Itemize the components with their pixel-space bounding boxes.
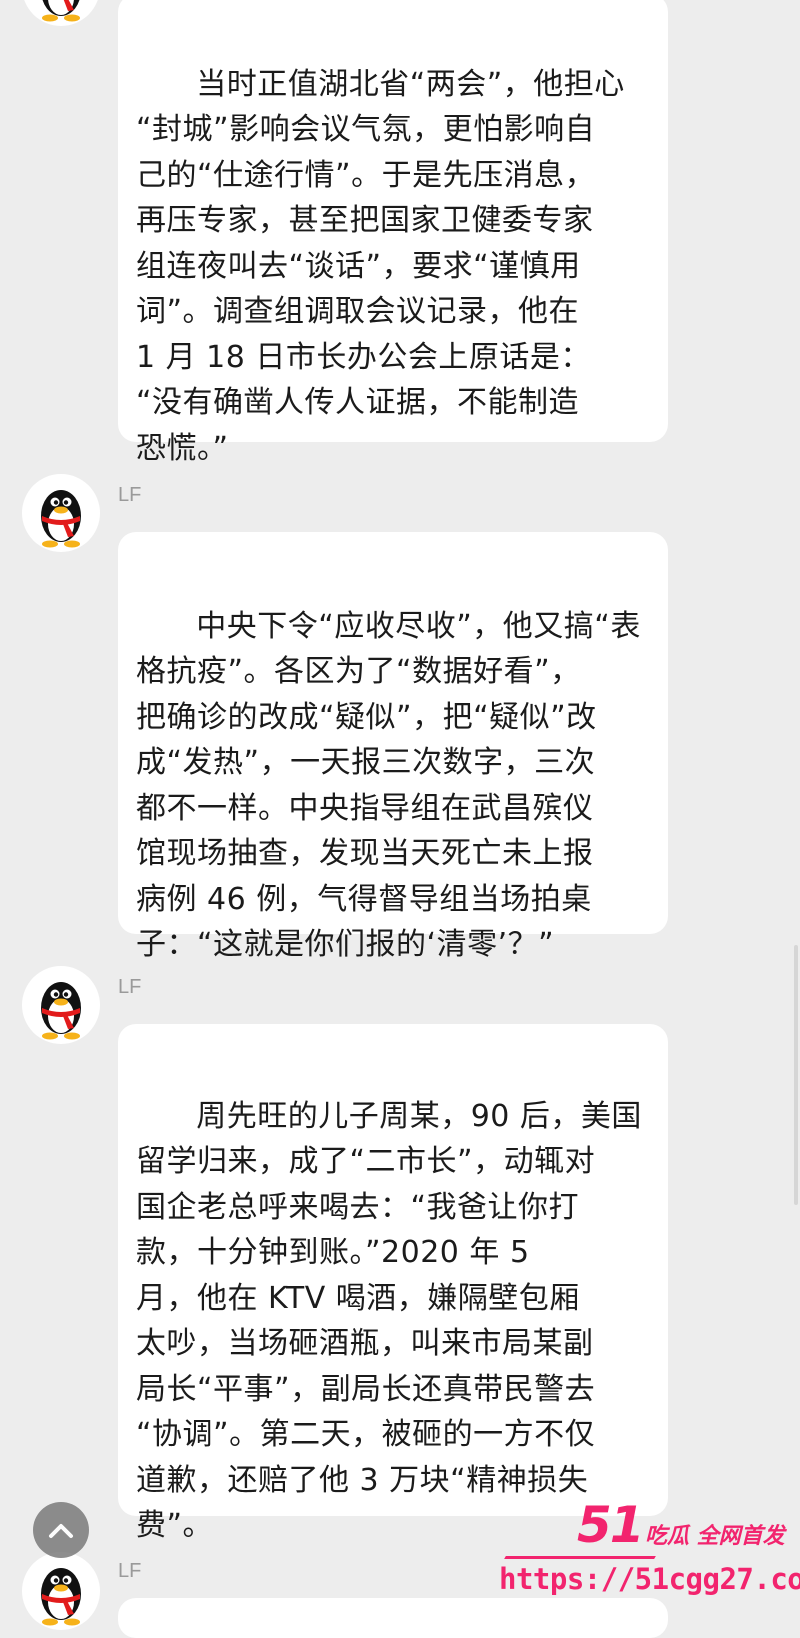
sender-name: LF <box>118 976 142 998</box>
watermark-url: https://51cgg27.com <box>499 1562 800 1596</box>
message-text: 周先旺的儿子周某，90 后，美国 留学归来，成了“二市长”，动辄对 国企老总呼来… <box>136 1098 642 1544</box>
chat-window: 当时正值湖北省“两会”，他担心 “封城”影响会议气氛，更怕影响自 己的“仕途行情… <box>0 0 800 1638</box>
watermark-tagline: 吃瓜 全网首发 <box>645 1524 785 1549</box>
sender-name: LF <box>118 1560 142 1582</box>
watermark: 51 吃瓜 全网首发 https://51cgg27.com <box>495 1490 800 1610</box>
sender-name: LF <box>118 484 142 506</box>
message-bubble[interactable]: 中央下令“应收尽收”，他又搞“表 格抗疫”。各区为了“数据好看”， 把确诊的改成… <box>118 532 668 962</box>
avatar[interactable] <box>22 1552 100 1630</box>
message-text: 当时正值湖北省“两会”，他担心 “封城”影响会议气氛，更怕影响自 己的“仕途行情… <box>136 66 625 466</box>
scrollbar[interactable] <box>794 945 798 1205</box>
watermark-divider <box>504 1556 656 1559</box>
avatar[interactable] <box>22 0 100 26</box>
message-bubble[interactable]: 当时正值湖北省“两会”，他担心 “封城”影响会议气氛，更怕影响自 己的“仕途行情… <box>118 0 668 466</box>
chevron-up-icon <box>49 1524 73 1538</box>
penguin-icon <box>42 0 80 22</box>
watermark-number: 51 <box>577 1496 645 1554</box>
penguin-icon <box>41 490 81 548</box>
penguin-icon <box>41 1568 81 1626</box>
message-bubble[interactable]: 周先旺的儿子周某，90 后，美国 留学归来，成了“二市长”，动辄对 国企老总呼来… <box>118 1024 668 1543</box>
avatar[interactable] <box>22 966 100 1044</box>
avatar[interactable] <box>22 474 100 552</box>
message-text: 中央下令“应收尽收”，他又搞“表 格抗疫”。各区为了“数据好看”， 把确诊的改成… <box>136 608 641 963</box>
scroll-to-top-button[interactable] <box>33 1502 89 1558</box>
penguin-icon <box>41 982 81 1040</box>
